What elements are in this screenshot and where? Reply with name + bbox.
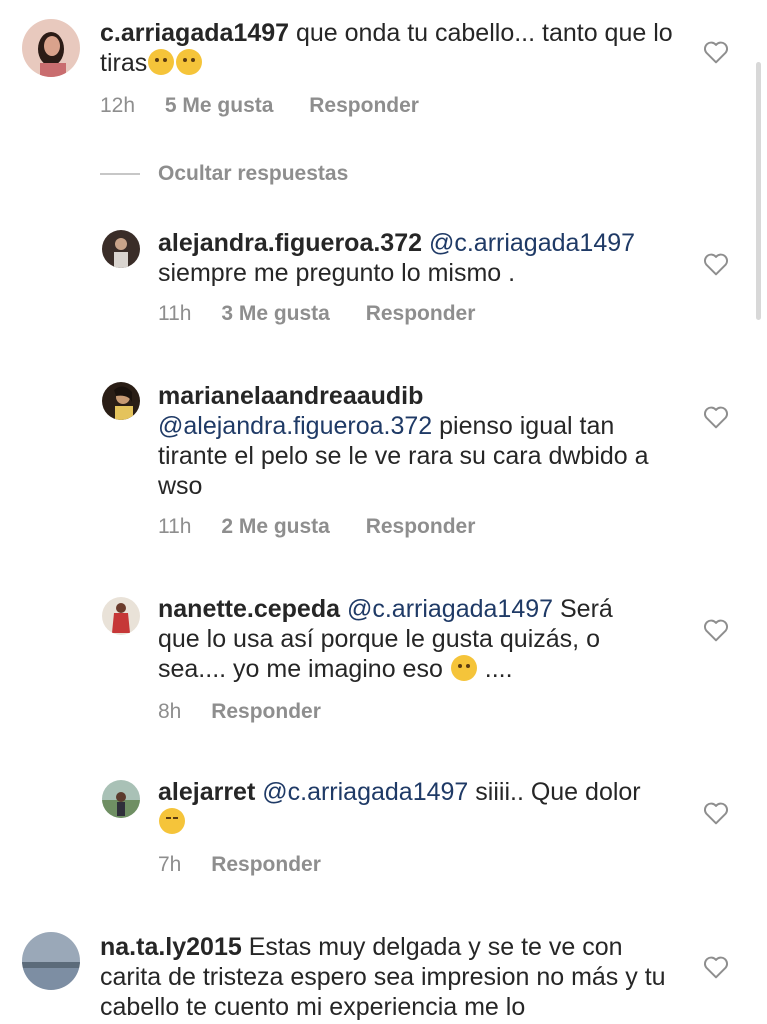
crying-emoji bbox=[176, 49, 203, 75]
crying-emoji bbox=[148, 49, 175, 75]
reply-text: alejandra.figueroa.372 @c.arriagada1497 … bbox=[158, 228, 678, 288]
mention-link[interactable]: @c.arriagada1497 bbox=[262, 778, 468, 806]
reply-time: 11h bbox=[158, 515, 192, 538]
reply-meta: 11h 3 Me gusta Responder bbox=[158, 302, 505, 326]
heart-icon[interactable] bbox=[703, 955, 729, 979]
scrollbar[interactable] bbox=[756, 62, 761, 320]
reply-time: 11h bbox=[158, 302, 192, 325]
comment-username[interactable]: na.ta.ly2015 bbox=[100, 933, 242, 961]
reply-meta: 7h Responder bbox=[158, 853, 351, 877]
reply-button[interactable]: Responder bbox=[366, 302, 476, 325]
reply-username[interactable]: alejandra.figueroa.372 bbox=[158, 229, 422, 257]
avatar-image bbox=[102, 382, 140, 420]
mention-link[interactable]: @c.arriagada1497 bbox=[429, 229, 635, 257]
comment-username[interactable]: c.arriagada1497 bbox=[100, 19, 289, 47]
heart-icon[interactable] bbox=[703, 801, 729, 825]
reply-button[interactable]: Responder bbox=[309, 94, 419, 117]
avatar-image bbox=[22, 19, 80, 77]
reply-body: siempre me pregunto lo mismo . bbox=[158, 259, 516, 287]
reply-username[interactable]: marianelaandreaaudib bbox=[158, 382, 423, 410]
likes-count[interactable]: 2 Me gusta bbox=[221, 515, 330, 538]
reply-meta: 11h 2 Me gusta Responder bbox=[158, 515, 505, 539]
reply: alejarret @c.arriagada1497 siiii.. Que d… bbox=[0, 765, 767, 885]
avatar-image bbox=[102, 780, 140, 818]
comment-time: 12h bbox=[100, 94, 136, 117]
avatar[interactable] bbox=[102, 780, 140, 818]
reply-button[interactable]: Responder bbox=[366, 515, 476, 538]
reply: alejandra.figueroa.372 @c.arriagada1497 … bbox=[0, 210, 767, 340]
heart-icon[interactable] bbox=[703, 40, 729, 64]
reply-button[interactable]: Responder bbox=[211, 853, 321, 876]
heart-icon[interactable] bbox=[703, 252, 729, 276]
reply: marianelaandreaaudib @alejandra.figueroa… bbox=[0, 365, 767, 545]
divider-line bbox=[100, 173, 140, 175]
reply-meta: 8h Responder bbox=[158, 700, 351, 724]
reply: nanette.cepeda @c.arriagada1497 Será que… bbox=[0, 580, 767, 730]
avatar[interactable] bbox=[102, 597, 140, 635]
avatar[interactable] bbox=[22, 932, 80, 990]
hide-replies-button[interactable]: Ocultar respuestas bbox=[100, 160, 348, 188]
avatar-image bbox=[22, 932, 80, 990]
reply-text: alejarret @c.arriagada1497 siiii.. Que d… bbox=[158, 777, 658, 837]
avatar-image bbox=[102, 597, 140, 635]
reply-username[interactable]: alejarret bbox=[158, 778, 255, 806]
avatar[interactable] bbox=[22, 19, 80, 77]
reply-time: 8h bbox=[158, 700, 182, 723]
likes-count[interactable]: 5 Me gusta bbox=[165, 94, 274, 117]
avatar[interactable] bbox=[102, 382, 140, 420]
comment-text: na.ta.ly2015 Estas muy delgada y se te v… bbox=[100, 932, 680, 1022]
comment: na.ta.ly2015 Estas muy delgada y se te v… bbox=[0, 920, 767, 1024]
heart-icon[interactable] bbox=[703, 618, 729, 642]
hide-replies-label: Ocultar respuestas bbox=[158, 162, 349, 185]
reply-text: nanette.cepeda @c.arriagada1497 Será que… bbox=[158, 594, 658, 684]
avatar-image bbox=[102, 230, 140, 268]
comment-meta: 12h 5 Me gusta Responder bbox=[100, 94, 449, 118]
mention-link[interactable]: @c.arriagada1497 bbox=[347, 595, 553, 623]
reply-button[interactable]: Responder bbox=[211, 700, 321, 723]
reply-time: 7h bbox=[158, 853, 182, 876]
reply-body: siiii.. Que dolor bbox=[475, 778, 641, 806]
mention-link[interactable]: @alejandra.figueroa.372 bbox=[158, 412, 432, 440]
reply-username[interactable]: nanette.cepeda bbox=[158, 595, 340, 623]
reply-text: marianelaandreaaudib @alejandra.figueroa… bbox=[158, 381, 678, 501]
laughing-emoji bbox=[159, 808, 185, 834]
comment: c.arriagada1497 que onda tu cabello... t… bbox=[0, 0, 767, 130]
thinking-emoji bbox=[450, 655, 477, 681]
comment-text: c.arriagada1497 que onda tu cabello... t… bbox=[100, 18, 680, 78]
avatar[interactable] bbox=[102, 230, 140, 268]
heart-icon[interactable] bbox=[703, 405, 729, 429]
likes-count[interactable]: 3 Me gusta bbox=[221, 302, 330, 325]
reply-body-tail: .... bbox=[477, 655, 513, 683]
